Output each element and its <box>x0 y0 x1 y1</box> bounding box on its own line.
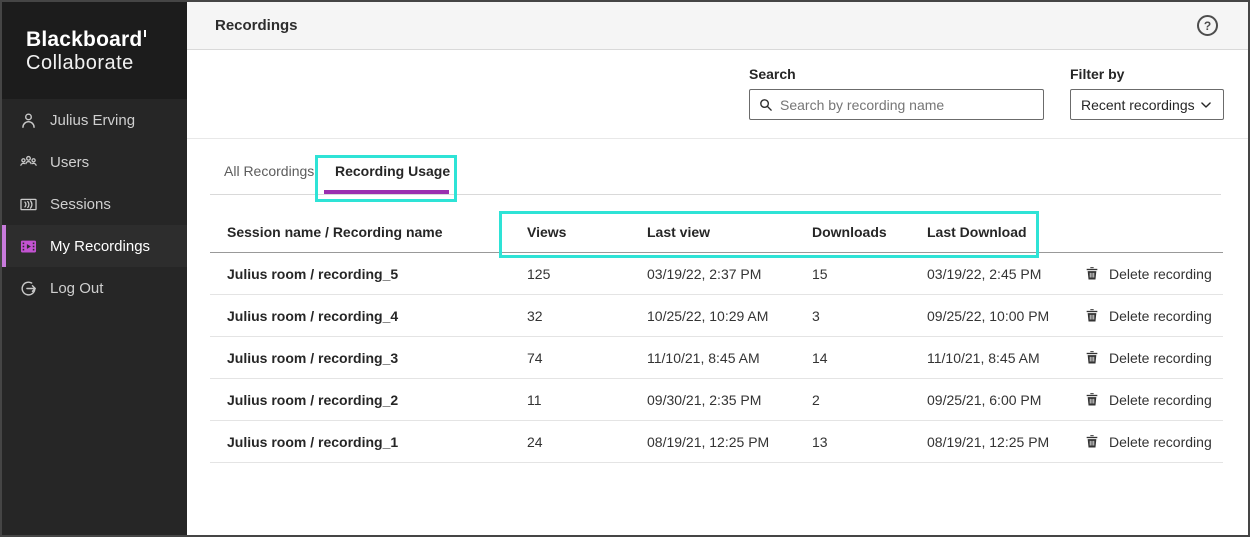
downloads-value: 3 <box>812 307 820 324</box>
column-header-downloads: Downloads <box>812 224 887 240</box>
delete-recording-label: Delete recording <box>1109 433 1212 450</box>
logo-trademark-tick <box>144 30 147 37</box>
table-row: Julius room / recording_1 24 08/19/21, 1… <box>210 421 1223 463</box>
main-content: Recordings ? Search Filter by Recent rec… <box>187 2 1248 535</box>
delete-recording-label: Delete recording <box>1109 307 1212 324</box>
last-view-value: 09/30/21, 2:35 PM <box>647 391 762 408</box>
filter-label: Filter by <box>1070 66 1125 82</box>
trash-icon <box>1084 265 1100 282</box>
app-logo: Blackboard Collaborate <box>2 2 187 99</box>
logo-text-blackboard: Blackboard <box>26 28 187 52</box>
search-box <box>749 89 1044 120</box>
delete-recording-button[interactable]: Delete recording <box>1084 349 1212 366</box>
views-value: 11 <box>527 391 542 408</box>
page-title: Recordings <box>215 17 298 34</box>
sidebar-item-sessions[interactable]: Sessions <box>2 183 187 225</box>
recording-name: Julius room / recording_3 <box>227 349 399 366</box>
last-view-value: 10/25/22, 10:29 AM <box>647 307 769 324</box>
last-download-value: 08/19/21, 12:25 PM <box>927 433 1050 450</box>
active-item-accent-bar <box>2 225 6 267</box>
last-download-value: 03/19/22, 2:45 PM <box>927 265 1042 282</box>
delete-recording-button[interactable]: Delete recording <box>1084 433 1212 450</box>
tabs-divider <box>210 194 1221 195</box>
table-row: Julius room / recording_5 125 03/19/22, … <box>210 253 1223 295</box>
help-icon[interactable]: ? <box>1197 15 1218 36</box>
delete-recording-label: Delete recording <box>1109 391 1212 408</box>
search-icon <box>758 97 773 112</box>
column-header-session-name: Session name / Recording name <box>227 224 443 240</box>
sidebar-item-my-recordings[interactable]: My Recordings <box>2 225 187 267</box>
table-header-row: Session name / Recording name Views Last… <box>210 212 1223 253</box>
recordings-icon <box>19 237 38 256</box>
search-input[interactable] <box>780 96 1035 113</box>
section-divider <box>187 138 1248 139</box>
sidebar-item-log-out[interactable]: Log Out <box>2 267 187 309</box>
sidebar: Blackboard Collaborate Julius Erving Use… <box>2 2 187 535</box>
sessions-icon <box>19 195 38 214</box>
last-download-value: 09/25/22, 10:00 PM <box>927 307 1050 324</box>
sidebar-item-users[interactable]: Users <box>2 141 187 183</box>
recording-name: Julius room / recording_4 <box>227 307 399 324</box>
recording-name: Julius room / recording_5 <box>227 265 399 282</box>
table-row: Julius room / recording_4 32 10/25/22, 1… <box>210 295 1223 337</box>
trash-icon <box>1084 391 1100 408</box>
logo-text-collaborate: Collaborate <box>26 52 134 75</box>
app-window: Blackboard Collaborate Julius Erving Use… <box>0 0 1250 537</box>
downloads-value: 2 <box>812 391 820 408</box>
sidebar-item-label: Log Out <box>50 279 104 297</box>
column-header-last-view: Last view <box>647 224 711 240</box>
trash-icon <box>1084 349 1100 366</box>
delete-recording-button[interactable]: Delete recording <box>1084 307 1212 324</box>
delete-recording-label: Delete recording <box>1109 349 1212 366</box>
sidebar-item-label: My Recordings <box>50 237 151 255</box>
person-icon <box>19 111 38 130</box>
top-bar: Recordings ? <box>187 2 1248 50</box>
delete-recording-button[interactable]: Delete recording <box>1084 391 1212 408</box>
trash-icon <box>1084 307 1100 324</box>
users-icon <box>19 153 38 172</box>
column-header-last-download: Last Download <box>927 224 1027 240</box>
views-value: 24 <box>527 433 543 450</box>
table-row: Julius room / recording_3 74 11/10/21, 8… <box>210 337 1223 379</box>
logout-icon <box>19 279 38 298</box>
recording-name: Julius room / recording_2 <box>227 391 399 408</box>
help-glyph: ? <box>1203 18 1212 33</box>
last-download-value: 11/10/21, 8:45 AM <box>927 349 1040 366</box>
downloads-value: 14 <box>812 349 828 366</box>
sidebar-nav: Julius Erving Users Sessions My Recordin… <box>2 99 187 309</box>
recording-usage-table: Session name / Recording name Views Last… <box>210 212 1223 463</box>
trash-icon <box>1084 433 1100 450</box>
delete-recording-label: Delete recording <box>1109 265 1212 282</box>
filter-dropdown[interactable]: Recent recordings <box>1070 89 1224 120</box>
sidebar-item-label: Julius Erving <box>50 111 136 129</box>
delete-recording-button[interactable]: Delete recording <box>1084 265 1212 282</box>
downloads-value: 15 <box>812 265 828 282</box>
views-value: 32 <box>527 307 543 324</box>
sidebar-item-label: Users <box>50 153 90 171</box>
recording-name: Julius room / recording_1 <box>227 433 399 450</box>
chevron-down-icon <box>1199 98 1213 112</box>
last-download-value: 09/25/21, 6:00 PM <box>927 391 1042 408</box>
tab-recording-usage[interactable]: Recording Usage <box>335 163 450 179</box>
last-view-value: 08/19/21, 12:25 PM <box>647 433 770 450</box>
column-header-views: Views <box>527 224 567 240</box>
tab-all-recordings[interactable]: All Recordings <box>224 163 314 179</box>
views-value: 125 <box>527 265 551 282</box>
downloads-value: 13 <box>812 433 828 450</box>
last-view-value: 03/19/22, 2:37 PM <box>647 265 762 282</box>
views-value: 74 <box>527 349 543 366</box>
sidebar-item-label: Sessions <box>50 195 111 213</box>
filter-selected-value: Recent recordings <box>1081 96 1195 113</box>
last-view-value: 11/10/21, 8:45 AM <box>647 349 760 366</box>
sidebar-item-julius-erving[interactable]: Julius Erving <box>2 99 187 141</box>
table-row: Julius room / recording_2 11 09/30/21, 2… <box>210 379 1223 421</box>
search-label: Search <box>749 66 796 82</box>
